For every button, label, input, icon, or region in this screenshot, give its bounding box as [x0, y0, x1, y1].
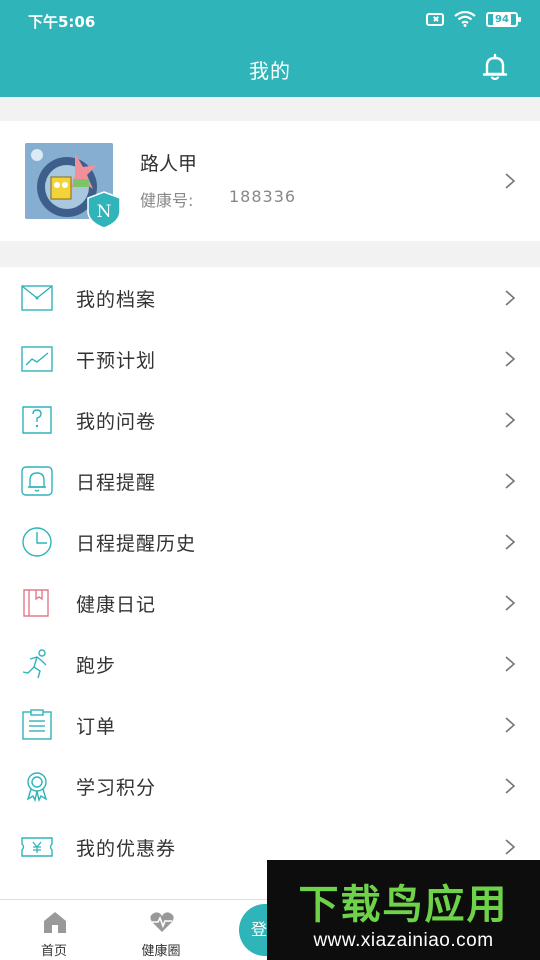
coupon-icon	[21, 837, 53, 857]
menu-item-label: 跑步	[76, 655, 117, 677]
watermark-url: www.xiazainiao.com	[313, 930, 494, 951]
watermark-title: 下载鸟应用	[298, 882, 509, 928]
chevron-right-icon	[505, 778, 516, 794]
menu-item-archive[interactable]: 我的档案	[0, 267, 540, 328]
page-title: 我的	[249, 59, 291, 83]
badge-letter: N	[97, 202, 112, 222]
menu-item-reminder-history[interactable]: 日程提醒历史	[0, 511, 540, 572]
home-icon	[44, 912, 66, 933]
bell-icon[interactable]	[480, 52, 510, 82]
health-number-label: 健康号:	[140, 191, 194, 210]
battery-icon: 94	[486, 11, 521, 27]
status-icons: 94	[426, 11, 521, 27]
menu-item-label: 干预计划	[76, 350, 157, 372]
tab-home[interactable]: 首页	[4, 900, 104, 960]
tab-health-circle[interactable]: 健康圈	[111, 900, 211, 960]
menu-item-label: 我的问卷	[76, 411, 157, 433]
tab-label: 健康圈	[141, 944, 181, 959]
menu-item-intervention-plan[interactable]: 干预计划	[0, 328, 540, 389]
menu-item-label: 健康日记	[76, 594, 157, 616]
diary-book-icon	[23, 589, 49, 617]
user-name: 路人甲	[140, 153, 198, 175]
status-bar: 下午5:06 94	[0, 0, 540, 40]
bell-outline-icon	[21, 466, 53, 496]
menu-item-label: 日程提醒	[76, 472, 157, 494]
chevron-right-icon	[505, 839, 516, 855]
chevron-right-icon	[505, 717, 516, 733]
battery-level: 94	[493, 13, 511, 25]
envelope-icon	[21, 285, 53, 311]
health-number-value: 188336	[229, 187, 297, 206]
menu-item-running[interactable]: 跑步	[0, 633, 540, 694]
heart-pulse-icon	[150, 912, 174, 932]
chevron-right-icon	[505, 534, 516, 550]
menu-item-learning-points[interactable]: 学习积分	[0, 755, 540, 816]
n-badge-icon: N	[87, 191, 121, 229]
menu-list: 我的档案 干预计划 我的问卷 日程提醒 日程提醒历史 健康日记 跑步 订单 学习…	[0, 267, 540, 899]
menu-item-label: 我的优惠券	[76, 838, 177, 860]
trend-chart-icon	[21, 346, 53, 372]
chevron-right-icon	[505, 351, 516, 367]
medal-icon	[26, 772, 48, 803]
menu-item-questionnaire[interactable]: 我的问卷	[0, 389, 540, 450]
runner-icon	[22, 649, 47, 679]
question-doc-icon	[22, 406, 52, 434]
chevron-right-icon	[505, 290, 516, 306]
chevron-right-icon	[505, 412, 516, 428]
clipboard-icon	[22, 709, 52, 740]
status-time: 下午5:06	[28, 13, 96, 31]
sim-off-icon	[426, 12, 444, 26]
menu-item-label: 订单	[76, 716, 117, 738]
profile-card[interactable]: N 路人甲 健康号: 188336	[0, 121, 540, 241]
menu-item-label: 日程提醒历史	[76, 533, 197, 555]
menu-item-health-diary[interactable]: 健康日记	[0, 572, 540, 633]
menu-item-schedule-reminder[interactable]: 日程提醒	[0, 450, 540, 511]
chevron-right-icon	[505, 595, 516, 611]
menu-item-label: 我的档案	[76, 289, 157, 311]
clock-icon	[22, 527, 52, 557]
wifi-icon	[454, 11, 476, 27]
menu-item-label: 学习积分	[76, 777, 157, 799]
chevron-right-icon	[505, 173, 516, 189]
header-bar: 下午5:06 94 我的	[0, 0, 540, 97]
menu-item-orders[interactable]: 订单	[0, 694, 540, 755]
chevron-right-icon	[505, 656, 516, 672]
tab-label: 首页	[40, 944, 67, 959]
watermark-overlay: 下载鸟应用 www.xiazainiao.com	[267, 860, 540, 960]
chevron-right-icon	[505, 473, 516, 489]
